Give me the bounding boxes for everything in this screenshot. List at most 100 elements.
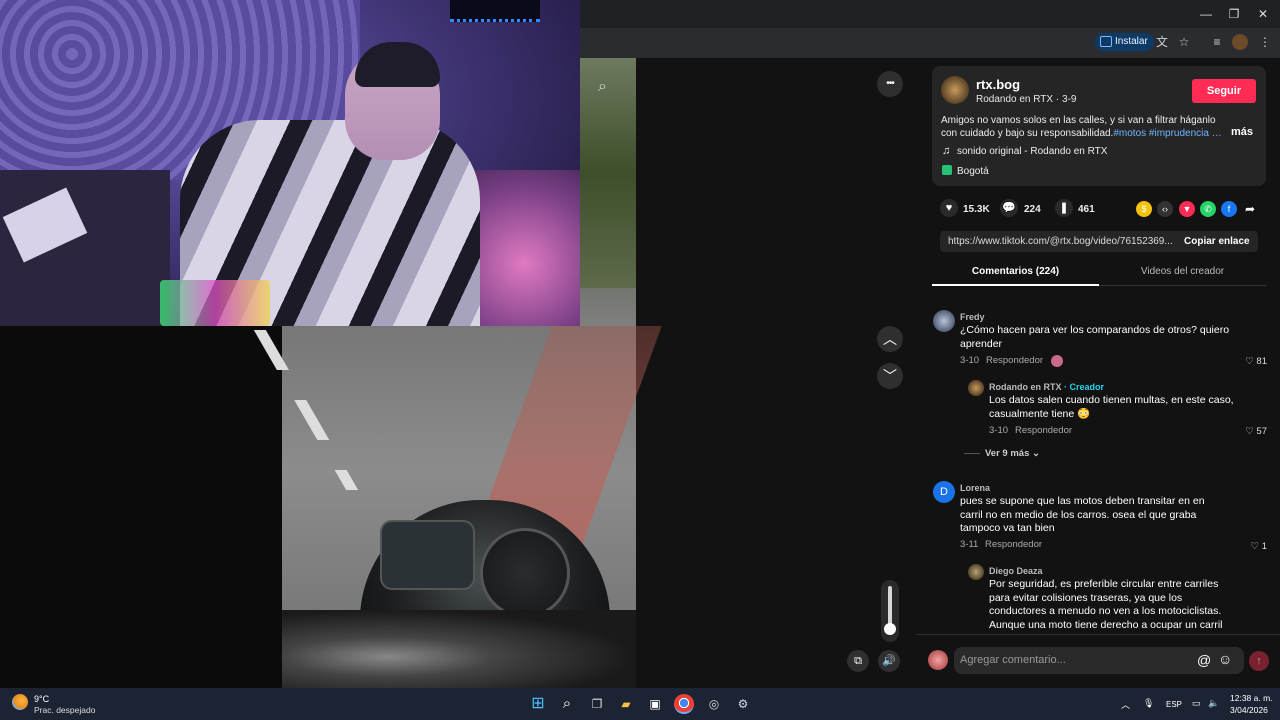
input-divider <box>916 634 1280 635</box>
restore-icon[interactable]: ❐ <box>1225 6 1243 22</box>
emoji-icon[interactable]: ☺ <box>1218 651 1232 667</box>
volume-slider[interactable] <box>881 580 899 642</box>
reply-button[interactable]: Respondedor <box>986 355 1043 366</box>
send-comment-button[interactable]: ↑ <box>1249 651 1269 671</box>
weather-temperature: 9°C <box>34 694 50 704</box>
comment-date: 3-11 <box>960 539 979 550</box>
saves-count: 461 <box>1078 204 1095 215</box>
comments-count: 224 <box>1024 204 1041 215</box>
more-options-button[interactable]: ••• <box>877 71 903 97</box>
likes-count: 15.3K <box>963 204 990 215</box>
extension-avatar-icon[interactable] <box>1232 34 1248 50</box>
install-app-button[interactable]: Instalar <box>1095 33 1154 51</box>
reply-avatar[interactable] <box>968 380 984 396</box>
network-icon[interactable]: ▭ <box>1192 698 1201 709</box>
install-icon <box>1100 36 1112 47</box>
reply-button[interactable]: Respondedor <box>1015 425 1072 436</box>
comment-like-count[interactable]: ♡ 1 <box>1243 541 1267 552</box>
chevron-up-icon: ︿ <box>883 331 897 347</box>
speaker-icon[interactable]: 🔈 <box>1208 698 1219 709</box>
description-more-link[interactable]: más <box>1231 126 1253 138</box>
tab-comments[interactable]: Comentarios (224) <box>932 262 1099 286</box>
post-hashtags[interactable]: #motos #imprudencia … <box>1113 128 1221 139</box>
volume-knob[interactable] <box>884 623 896 635</box>
facebook-icon[interactable]: f <box>1221 201 1237 217</box>
reply-like-count[interactable]: ♡ 57 <box>1243 426 1267 437</box>
media-controls-icon[interactable]: ≡ <box>1209 34 1225 50</box>
chevron-down-icon: ﹀ <box>883 368 897 384</box>
comment-like-count[interactable]: ♡ 81 <box>1243 356 1267 367</box>
chevron-down-icon: ⌄ <box>1032 448 1040 459</box>
reply-avatar[interactable] <box>968 564 984 580</box>
creator-nickname: Rodando en RTX · 3-9 <box>976 94 1077 105</box>
notification-app-icon[interactable]: ◎ <box>704 694 724 714</box>
creator-username[interactable]: rtx.bog <box>976 77 1020 92</box>
reply-author[interactable]: Diego Deaza <box>989 566 1043 576</box>
store-icon[interactable]: ▣ <box>645 694 665 714</box>
reply-button[interactable]: Respondedor <box>985 539 1042 550</box>
bookmark-icon[interactable]: ❚ <box>1055 199 1073 217</box>
minimize-icon[interactable]: — <box>1197 6 1215 22</box>
comment-date: 3-10 <box>960 355 980 366</box>
file-explorer-icon[interactable]: ▰ <box>616 694 636 714</box>
coin-icon[interactable]: $ <box>1136 201 1152 217</box>
heart-outline-icon: ♡ <box>1245 356 1254 367</box>
reply-text: Por seguridad, es preferible circular en… <box>989 578 1223 631</box>
copy-link-button[interactable]: Copiar enlace <box>1184 236 1250 247</box>
comment-icon[interactable]: 💬 <box>1000 199 1018 217</box>
tray-expand-icon[interactable]: ︿ <box>1121 698 1130 711</box>
previous-video-button[interactable]: ︿ <box>877 326 903 352</box>
my-avatar <box>928 650 948 670</box>
creator-avatar[interactable] <box>941 76 969 104</box>
clock-time[interactable]: 12:38 a. m. <box>1230 693 1273 703</box>
creator-liked-avatar <box>1051 355 1063 367</box>
close-icon[interactable]: ✕ <box>1254 6 1272 22</box>
music-title[interactable]: sonido original - Rodando en RTX <box>957 146 1107 157</box>
webcam-keyboard <box>160 280 270 326</box>
follow-button[interactable]: Seguir <box>1192 79 1256 103</box>
share-arrow-icon[interactable]: ➦ <box>1242 201 1258 217</box>
clock-date[interactable]: 3/04/2026 <box>1230 705 1268 715</box>
bookmark-star-icon[interactable]: ☆ <box>1176 34 1192 50</box>
search-icon[interactable]: ⌕ <box>557 694 577 714</box>
comment-author[interactable]: Lorena <box>960 483 990 493</box>
steam-icon[interactable]: ⚙ <box>733 694 753 714</box>
comment-text: pues se supone que las motos deben trans… <box>960 495 1205 534</box>
volume-icon[interactable]: 🔊 <box>878 650 900 672</box>
search-icon[interactable]: ⌕ <box>598 78 616 96</box>
microphone-icon[interactable]: 🎙 <box>1143 698 1154 709</box>
chrome-icon[interactable] <box>674 694 694 714</box>
webcam-person-cap <box>355 42 440 87</box>
tab-creator-videos[interactable]: Videos del creador <box>1099 262 1266 286</box>
motorcycle-speedometer <box>480 528 570 618</box>
video-link-text[interactable]: https://www.tiktok.com/@rtx.bog/video/76… <box>948 236 1173 247</box>
comment-author[interactable]: Fredy <box>960 312 985 322</box>
motorcycle-handlebars <box>282 610 636 688</box>
comment-avatar[interactable]: D <box>933 481 955 503</box>
post-description: Amigos no vamos solos en las calles, y s… <box>941 115 1222 139</box>
motorcycle-display <box>380 520 475 590</box>
windows-start-icon[interactable]: ⊞ <box>528 694 548 714</box>
browser-menu-icon[interactable]: ⋮ <box>1257 34 1273 50</box>
mini-player-icon[interactable]: ⧉ <box>847 650 869 672</box>
location-label[interactable]: Bogotá <box>957 166 989 177</box>
arrow-up-icon: ↑ <box>1256 655 1262 667</box>
task-view-icon[interactable]: ❐ <box>587 694 607 714</box>
heart-icon[interactable]: ♥ <box>940 199 958 217</box>
view-more-divider <box>964 453 980 454</box>
send-to-friends-icon[interactable]: ▼ <box>1179 201 1195 217</box>
weather-icon[interactable] <box>12 694 28 710</box>
next-video-button[interactable]: ﹀ <box>877 363 903 389</box>
mention-icon[interactable]: @ <box>1197 652 1211 668</box>
reply-author[interactable]: Rodando en RTX · Creador <box>989 382 1104 392</box>
whatsapp-icon[interactable]: ✆ <box>1200 201 1216 217</box>
comment-input-placeholder: Agregar comentario... <box>960 654 1066 666</box>
language-indicator[interactable]: ESP <box>1166 700 1182 709</box>
comment-avatar[interactable] <box>933 310 955 332</box>
webcam-overlay <box>0 0 580 326</box>
translate-icon[interactable]: 文 <box>1154 34 1170 50</box>
view-more-replies[interactable]: Ver 9 más ⌄ <box>985 448 1040 459</box>
heart-outline-icon: ♡ <box>1250 541 1260 552</box>
creator-badge: · Creador <box>1064 382 1105 392</box>
embed-icon[interactable]: ‹› <box>1157 201 1173 217</box>
